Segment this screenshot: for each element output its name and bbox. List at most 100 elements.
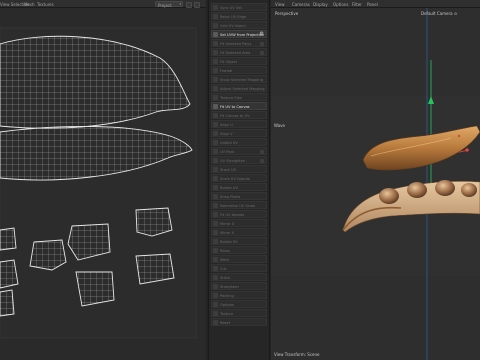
tool-item[interactable]: Fit UV Islands — [211, 210, 267, 218]
tool-item[interactable]: Align U — [211, 120, 267, 128]
tool-item-label: Align U — [220, 123, 233, 127]
uv-island-1[interactable] — [135, 207, 173, 237]
menu-textures[interactable]: Textures — [37, 2, 54, 7]
tool-item[interactable]: Rotate UV — [211, 183, 267, 191]
uv-canvas[interactable] — [0, 8, 206, 360]
uv-canvas-drawing — [0, 27, 197, 339]
uv-island-2[interactable] — [0, 227, 17, 251]
tool-item-label: Weld — [220, 258, 229, 262]
tool-item[interactable]: Normalize UV Scale — [211, 201, 267, 209]
tool-item-label: Cut — [220, 267, 227, 271]
tool-item-label: Straighten — [220, 285, 239, 289]
tool-icon — [213, 50, 218, 55]
tool-item[interactable]: Unfold UV — [211, 138, 267, 146]
tool-item[interactable]: Texture Size — [211, 93, 267, 101]
uv-editor-panel: View Selection Mesh Textures Project ▾ — [0, 0, 206, 360]
uv-island-7[interactable] — [75, 271, 115, 307]
tool-icon — [213, 230, 218, 235]
tool-item[interactable]: Frontal — [211, 66, 267, 74]
tool-item[interactable]: UV Straighten — [211, 156, 267, 164]
tool-item-label: Fit Canvas to UV — [220, 114, 250, 118]
tool-item[interactable]: Weld — [211, 255, 267, 263]
uv-menubar: View Selection Mesh Textures Project ▾ — [0, 0, 206, 8]
tool-item-label: Unfold UV — [220, 141, 238, 145]
tool-item[interactable]: Fit Object — [211, 57, 267, 65]
tool-item[interactable]: Rotate 90 — [211, 237, 267, 245]
tool-item-label: Align V — [220, 132, 233, 136]
tool-item[interactable]: Cut — [211, 264, 267, 272]
options-icon[interactable] — [260, 51, 264, 55]
tool-icon — [213, 284, 218, 289]
tool-icon — [213, 257, 218, 262]
tool-item[interactable]: Fit UV to Canvas — [211, 102, 267, 110]
tool-item[interactable]: Options — [211, 300, 267, 308]
chevron-down-icon: ▾ — [179, 2, 181, 6]
tool-icon — [213, 23, 218, 28]
tool-icon — [213, 104, 218, 109]
tool-icon — [213, 5, 218, 10]
tool-icon — [213, 131, 218, 136]
tool-item[interactable]: Set UVW from Projection ⚙ — [211, 30, 267, 38]
tool-item[interactable]: Sync UV Sel. — [211, 3, 267, 11]
gear-icon[interactable]: ⚙ — [260, 32, 264, 37]
options-icon[interactable] — [260, 150, 264, 154]
tool-item-label: Sync UV Sel. — [220, 6, 243, 10]
tool-item[interactable]: Mirror V — [211, 228, 267, 236]
tool-item-label: Mirror V — [220, 231, 235, 235]
tool-item[interactable]: Stitch — [211, 273, 267, 281]
tool-item[interactable]: Relax — [211, 246, 267, 254]
tool-icon — [213, 122, 218, 127]
tool-icon — [213, 41, 218, 46]
tool-item[interactable]: Snap Pixels — [211, 192, 267, 200]
tool-item[interactable]: Reset — [211, 318, 267, 326]
tool-item[interactable]: Fit Canvas to UV — [211, 111, 267, 119]
tool-item[interactable]: Packing — [211, 291, 267, 299]
tool-icon — [213, 194, 218, 199]
tool-item-label: UV Straighten — [220, 159, 246, 163]
tool-icon — [213, 275, 218, 280]
uv-island-4[interactable] — [29, 239, 67, 271]
tool-icon — [213, 248, 218, 253]
3d-viewport[interactable]: View Cameras Display Options Filter Pane… — [271, 0, 480, 360]
tool-item-label: Frontal — [220, 69, 233, 73]
tool-item[interactable]: Fit Selected Polys — [211, 39, 267, 47]
project-select[interactable]: Project ▾ — [155, 1, 183, 8]
tool-icon — [213, 311, 218, 316]
tool-item-label: Rotate UV — [220, 186, 238, 190]
tool-item[interactable]: Show Selected Mapping — [211, 75, 267, 83]
tool-icon — [213, 320, 218, 325]
tool-item[interactable]: Texture — [211, 309, 267, 317]
tool-item[interactable]: Adjust Selected Mapping — [211, 84, 267, 92]
options-icon[interactable] — [260, 159, 264, 163]
viewport-scene — [271, 8, 480, 360]
tool-icon — [213, 158, 218, 163]
tool-item-label: Stack UV — [220, 168, 237, 172]
tool-icon — [213, 221, 218, 226]
tool-icon — [213, 113, 218, 118]
tool-item[interactable]: Scale UV Islands — [211, 174, 267, 182]
perspective-label: Perspective — [275, 11, 299, 16]
tool-item-label: Normalize UV Scale — [220, 204, 256, 208]
tool-item-label: Relax UV Edge — [220, 15, 247, 19]
tool-item[interactable]: Mirror U — [211, 219, 267, 227]
tool-item[interactable]: Stack UV — [211, 165, 267, 173]
uv-island-8[interactable] — [0, 289, 15, 317]
options-icon[interactable] — [260, 42, 264, 46]
tool-item[interactable]: Relax UV Edge — [211, 12, 267, 20]
tool-item[interactable]: Grid UV Island — [211, 21, 267, 29]
tool-icon — [213, 176, 218, 181]
tool-item-label: Fit UV to Canvas — [220, 105, 250, 109]
tool-item-label: Options — [220, 303, 234, 307]
tool-item-label: Fit Selected Area — [220, 51, 251, 55]
tool-icon — [213, 32, 218, 37]
tool-item[interactable]: Align V — [211, 129, 267, 137]
camera-label[interactable]: Default Camera ⊙ — [421, 11, 457, 16]
tool-icon — [213, 95, 218, 100]
tool-icon — [213, 203, 218, 208]
tool-item[interactable]: Straighten — [211, 282, 267, 290]
tool-icon — [213, 293, 218, 298]
tool-item[interactable]: Fit Selected Area — [211, 48, 267, 56]
tool-icon — [213, 14, 218, 19]
tool-item[interactable]: UV Pack — [211, 147, 267, 155]
menu-mesh[interactable]: Mesh — [24, 2, 35, 7]
